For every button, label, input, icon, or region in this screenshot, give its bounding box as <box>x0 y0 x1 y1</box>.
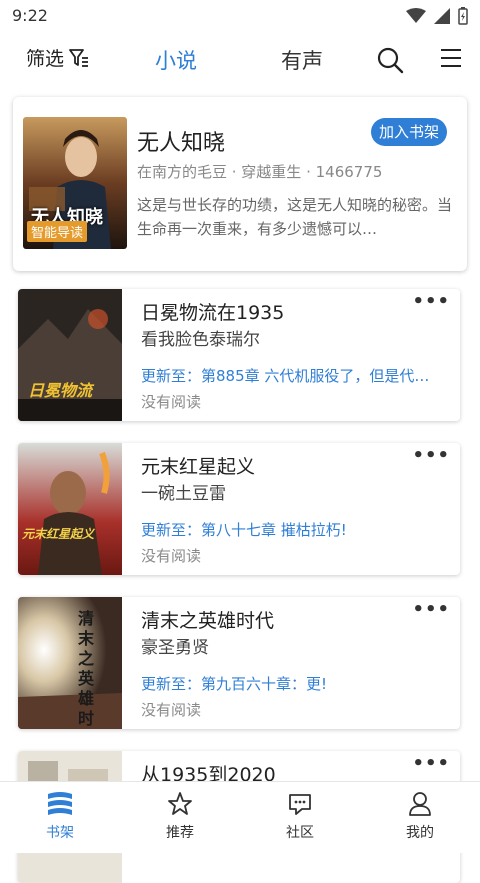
search-button[interactable] <box>376 46 404 78</box>
book-read-status: 没有阅读 <box>141 393 202 411</box>
nav-recommend[interactable]: 推荐 <box>140 790 220 842</box>
nav-label: 书架 <box>46 825 74 841</box>
book-cover[interactable]: 清末之英雄时代 <box>18 597 122 729</box>
status-time: 9:22 <box>12 6 48 25</box>
add-to-shelf-button[interactable]: 加入书架 <box>371 118 447 146</box>
nav-label: 推荐 <box>166 825 194 841</box>
star-icon <box>168 792 192 815</box>
book-item[interactable]: 元末红星起义 元末红星起义 一碗土豆雷 更新至：第八十七章 摧枯拉朽! 没有阅读… <box>18 443 460 575</box>
bottom-nav: 书架 推荐 社区 我的 <box>0 781 480 853</box>
book-update: 更新至：第885章 六代机服役了，但是代… <box>141 367 430 385</box>
featured-cover-badge: 智能导读 <box>27 221 88 242</box>
featured-book-meta: 在南方的毛豆 · 穿越重生 · 1466775 <box>137 163 383 181</box>
battery-icon <box>458 7 468 25</box>
book-update: 更新至：第八十七章 摧枯拉朽! <box>141 521 347 539</box>
wifi-icon <box>406 8 426 23</box>
book-title: 日冕物流在1935 <box>141 302 285 324</box>
search-icon <box>377 47 404 74</box>
filter-label: 筛选 <box>26 48 65 70</box>
book-read-status: 没有阅读 <box>141 701 202 719</box>
nav-community[interactable]: 社区 <box>260 790 340 842</box>
book-title: 清末之英雄时代 <box>141 610 275 632</box>
nav-profile[interactable]: 我的 <box>380 790 460 842</box>
book-cover-title: 日冕物流 <box>28 381 93 400</box>
featured-book-description: 这是与世长存的功绩，这是无人知晓的秘密。当生命再一次重来，有多少遗憾可以… <box>137 196 453 238</box>
bookshelf-icon <box>48 792 72 815</box>
more-options-icon[interactable]: ••• <box>412 753 450 774</box>
top-nav: 筛选 小说 有声 <box>0 34 480 86</box>
nav-bookshelf[interactable]: 书架 <box>20 790 100 842</box>
book-read-status: 没有阅读 <box>141 547 202 565</box>
filter-button[interactable]: 筛选 <box>26 44 90 71</box>
book-author: 豪圣勇贤 <box>141 638 209 658</box>
more-options-icon[interactable]: ••• <box>412 291 450 312</box>
signal-icon <box>434 8 450 24</box>
more-options-icon[interactable]: ••• <box>412 445 450 466</box>
book-cover-title: 清末之英雄时代 <box>78 609 95 728</box>
user-icon <box>409 792 431 816</box>
book-title: 元末红星起义 <box>141 456 256 478</box>
featured-book-cover[interactable]: 无人知晓 智能导读 <box>23 117 127 249</box>
featured-book-title: 无人知晓 <box>137 131 226 156</box>
featured-book-card[interactable]: 无人知晓 智能导读 无人知晓 在南方的毛豆 · 穿越重生 · 1466775 这… <box>13 97 467 271</box>
book-cover[interactable]: 日冕物流 <box>18 289 122 421</box>
status-bar: 9:22 <box>0 0 480 34</box>
menu-button[interactable] <box>440 48 462 72</box>
book-author: 看我脸色泰瑞尔 <box>141 330 260 350</box>
more-options-icon[interactable]: ••• <box>412 599 450 620</box>
status-icons <box>406 7 468 25</box>
tab-novel[interactable]: 小说 <box>155 45 197 75</box>
book-item[interactable]: 日冕物流 日冕物流在1935 看我脸色泰瑞尔 更新至：第885章 六代机服役了，… <box>18 289 460 421</box>
filter-icon <box>69 48 89 67</box>
chat-bubble-icon <box>289 794 311 815</box>
book-item[interactable]: 清末之英雄时代 清末之英雄时代 豪圣勇贤 更新至：第九百六十章：更! 没有阅读 … <box>18 597 460 729</box>
nav-label: 我的 <box>406 825 434 841</box>
tab-audio[interactable]: 有声 <box>281 45 323 75</box>
nav-label: 社区 <box>286 825 314 841</box>
book-author: 一碗土豆雷 <box>141 484 226 504</box>
menu-icon <box>441 49 461 67</box>
book-update: 更新至：第九百六十章：更! <box>141 675 328 693</box>
book-cover-title: 元末红星起义 <box>22 527 95 541</box>
book-cover[interactable]: 元末红星起义 <box>18 443 122 575</box>
